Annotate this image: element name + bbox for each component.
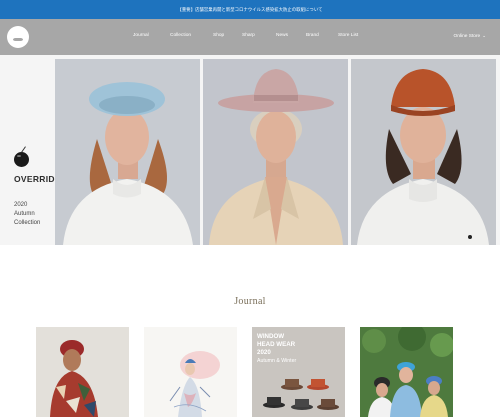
nav-item-sharp[interactable]: Sharp bbox=[242, 33, 255, 38]
chevron-down-icon: ⌄ bbox=[482, 33, 486, 38]
nav-item-shop[interactable]: Shop bbox=[213, 33, 224, 38]
poster-line-4: Autumn & Winter bbox=[257, 358, 296, 364]
carousel-dot[interactable] bbox=[468, 235, 472, 239]
nav-item-news[interactable]: News bbox=[276, 33, 288, 38]
season-collection: Collection bbox=[14, 220, 41, 226]
online-store-link[interactable]: Online Store ⌄ bbox=[454, 33, 486, 39]
nav-item-store-list[interactable]: Store List bbox=[338, 33, 358, 38]
announcement-bar[interactable]: 【重要】店舗営業再開と新型コロナウイルス感染拡大防止の取組について bbox=[0, 0, 500, 19]
nav-item-journal[interactable]: Journal bbox=[133, 33, 149, 38]
nav-item-collection[interactable]: Collection bbox=[170, 33, 191, 38]
hero-season: 2020 Autumn Collection bbox=[14, 201, 54, 228]
journal-card-1[interactable] bbox=[36, 327, 129, 417]
main-nav: Journal Collection Shop Sharp News Brand… bbox=[0, 19, 500, 55]
journal-card-3[interactable]: WINDOW HEAD WEAR 2020 Autumn & Winter bbox=[252, 327, 345, 417]
season-year: 2020 bbox=[14, 202, 28, 208]
online-store-label: Online Store bbox=[453, 34, 481, 39]
season-name: Autumn bbox=[14, 211, 35, 217]
poster-line-2: HEAD WEAR bbox=[257, 341, 296, 348]
journal-card-4[interactable] bbox=[360, 327, 453, 417]
poster-line-1: WINDOW bbox=[257, 333, 284, 340]
hero-portrait-cap[interactable] bbox=[351, 59, 496, 245]
journal-card-2[interactable] bbox=[144, 327, 237, 417]
hero-portrait-beret[interactable] bbox=[55, 59, 200, 245]
poster-line-3: 2020 bbox=[257, 349, 271, 356]
nav-item-brand[interactable]: Brand bbox=[306, 33, 319, 38]
hero-brand-name[interactable]: OVERRIDE bbox=[14, 174, 61, 184]
journal-title: Journal bbox=[234, 296, 266, 307]
hero-portrait-brim-hat[interactable] bbox=[203, 59, 348, 245]
site-logo[interactable] bbox=[7, 26, 29, 48]
brand-emblem-icon bbox=[14, 152, 29, 167]
